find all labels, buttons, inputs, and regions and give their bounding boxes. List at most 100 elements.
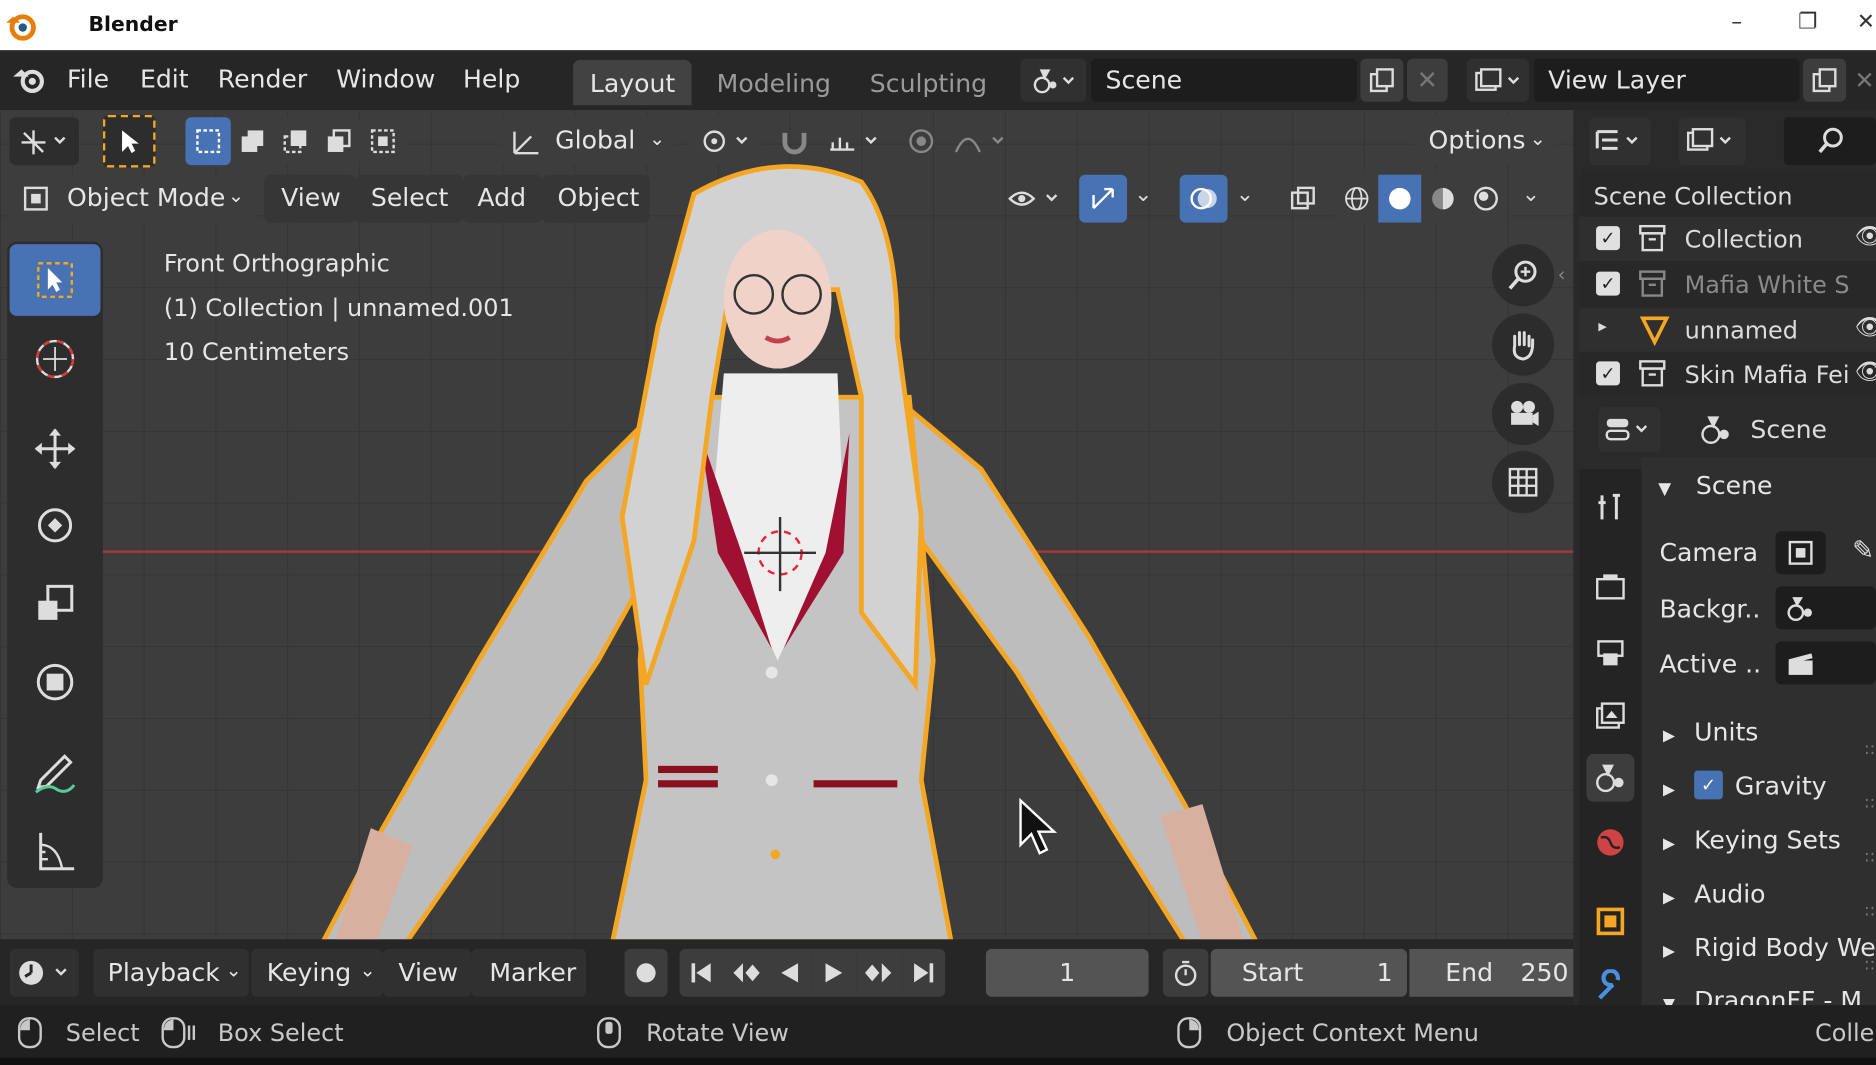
tab-modifiers[interactable] <box>1586 962 1634 1010</box>
object-mode-dropdown[interactable]: Object Mode ⌄ <box>9 174 254 223</box>
character-model[interactable] <box>299 158 1280 940</box>
new-view-layer-button[interactable] <box>1803 58 1847 102</box>
maximize-button[interactable]: ❐ <box>1798 10 1817 35</box>
tab-object[interactable] <box>1586 897 1634 945</box>
timeline-view-menu[interactable]: View <box>382 948 472 997</box>
tool-move[interactable] <box>10 413 101 485</box>
start-frame-field[interactable]: Start 1 <box>1210 948 1408 997</box>
tool-measure[interactable] <box>10 816 101 888</box>
outliner-search-field[interactable] <box>1783 117 1876 166</box>
transform-orientation-dropdown[interactable]: Global ⌄ <box>500 117 675 166</box>
viewport-menu-select[interactable]: Select <box>355 174 464 223</box>
eyedropper-icon[interactable]: ✎ <box>1852 536 1874 566</box>
tab-tool[interactable] <box>1586 483 1634 531</box>
menu-file[interactable]: File <box>67 65 109 94</box>
play-button[interactable] <box>811 948 857 997</box>
audio-section[interactable]: ▶ Audio <box>1663 880 1766 909</box>
tool-scale[interactable] <box>10 567 101 639</box>
scene-panel-header[interactable]: ▼ Scene <box>1658 471 1876 512</box>
ortho-toggle-button[interactable] <box>1491 451 1555 514</box>
rigid-body-world-section[interactable]: ▶ Rigid Body We <box>1663 933 1876 962</box>
end-frame-field[interactable]: End 250 <box>1409 948 1574 997</box>
menu-render[interactable]: Render <box>218 65 307 94</box>
proportional-edit-button[interactable] <box>897 117 945 165</box>
tool-select-box[interactable] <box>9 244 101 316</box>
auto-keying-button[interactable] <box>624 948 668 997</box>
keying-menu[interactable]: Keying ⌄ <box>251 948 383 997</box>
shading-rendered-button[interactable] <box>1464 174 1508 223</box>
jump-start-button[interactable] <box>679 948 723 997</box>
snap-target-dropdown[interactable] <box>821 117 888 165</box>
menu-help[interactable]: Help <box>463 65 520 94</box>
outliner-row[interactable]: ✓ Collection 👁 <box>1579 216 1876 261</box>
tab-output[interactable] <box>1586 629 1634 677</box>
zoom-view-button[interactable] <box>1491 244 1555 307</box>
proportional-falloff-dropdown[interactable] <box>948 117 1015 165</box>
gizmo-toggle-button[interactable] <box>1079 174 1128 223</box>
play-reverse-button[interactable] <box>768 948 812 997</box>
delete-scene-button[interactable]: ✕ <box>1407 58 1448 102</box>
overlays-dropdown-chevron-icon[interactable]: ⌄ <box>1236 182 1254 207</box>
jump-next-keyframe-button[interactable] <box>856 948 903 997</box>
menu-window[interactable]: Window <box>336 65 435 94</box>
dragonff-section[interactable]: ▼ DragonFF - M <box>1663 986 1862 1005</box>
viewport-menu-add[interactable]: Add <box>463 174 542 223</box>
tool-cursor[interactable] <box>10 323 101 395</box>
xray-toggle-button[interactable] <box>1280 175 1325 223</box>
outliner-editor-type-button[interactable] <box>1588 117 1652 166</box>
gravity-section[interactable]: ▶ <box>1663 772 1675 801</box>
tab-scene[interactable] <box>1586 753 1635 802</box>
3d-viewport[interactable]: Global ⌄ Options ⌄ Object Mode ⌄ View Sel… <box>0 110 1574 940</box>
select-new-mode-button[interactable] <box>185 117 231 166</box>
select-intersect-mode-button[interactable] <box>360 117 406 166</box>
view-layer-name-field[interactable]: View Layer <box>1533 58 1800 102</box>
select-tool-active-button[interactable] <box>102 114 156 168</box>
jump-prev-keyframe-button[interactable] <box>722 948 769 997</box>
camera-view-button[interactable] <box>1491 382 1555 446</box>
display-mode-dropdown[interactable] <box>1678 117 1746 166</box>
tool-annotate[interactable] <box>10 737 101 809</box>
viewport-menu-object[interactable]: Object <box>541 174 650 223</box>
collapse-sidebar-icon[interactable]: ‹ <box>1558 263 1566 286</box>
outliner-row[interactable]: ✓ Skin Mafia Fei 👁 <box>1579 351 1876 397</box>
new-scene-button[interactable] <box>1360 58 1404 102</box>
tool-rotate[interactable] <box>10 489 101 561</box>
scene-collection-title[interactable]: Scene Collection <box>1594 182 1793 211</box>
gizmo-dropdown-chevron-icon[interactable]: ⌄ <box>1134 182 1152 207</box>
marker-menu[interactable]: Marker <box>471 948 587 997</box>
timeline-editor-type-button[interactable] <box>9 948 79 997</box>
playback-menu[interactable]: Playback ⌄ <box>93 948 249 997</box>
checkbox-checked[interactable]: ✓ <box>1596 361 1620 386</box>
shading-wireframe-button[interactable] <box>1335 174 1379 223</box>
viewport-menu-view[interactable]: View <box>264 174 356 223</box>
blender-menu-icon[interactable] <box>10 62 48 98</box>
tab-sculpting[interactable]: Sculpting <box>853 60 1004 105</box>
tab-world[interactable] <box>1586 818 1634 866</box>
minimize-button[interactable]: – <box>1731 10 1742 35</box>
camera-field[interactable] <box>1775 531 1826 575</box>
scene-name-field[interactable]: Scene <box>1091 58 1357 102</box>
delete-view-layer-icon[interactable]: ✕ <box>1854 66 1874 95</box>
units-section[interactable]: ▶ Units <box>1663 718 1758 747</box>
select-subtract-mode-button[interactable] <box>273 117 318 166</box>
overlays-toggle-button[interactable] <box>1179 174 1228 223</box>
drag-handle-icon[interactable]: :::::::::: <box>1864 723 1875 992</box>
options-dropdown[interactable]: Options ⌄ <box>1414 117 1556 166</box>
pivot-point-dropdown[interactable] <box>691 117 761 166</box>
shading-solid-button[interactable] <box>1378 174 1422 223</box>
visibility-dropdown[interactable] <box>1000 175 1069 223</box>
gravity-checkbox[interactable]: ✓ <box>1694 770 1723 800</box>
editor-type-button[interactable] <box>9 117 79 166</box>
select-extend-mode-button[interactable] <box>230 117 274 166</box>
eye-icon[interactable]: 👁 <box>1854 357 1876 386</box>
active-clip-field[interactable] <box>1775 641 1876 685</box>
background-scene-field[interactable] <box>1775 586 1876 630</box>
scene-browse-button[interactable] <box>1020 58 1087 102</box>
current-frame-field[interactable]: 1 <box>985 948 1149 997</box>
pan-view-button[interactable] <box>1491 313 1555 376</box>
checkbox-checked[interactable]: ✓ <box>1596 271 1620 296</box>
properties-editor-type-button[interactable] <box>1598 406 1661 453</box>
eye-icon[interactable]: 👁 <box>1854 221 1876 250</box>
tab-modeling[interactable]: Modeling <box>700 60 848 105</box>
tab-view-layer[interactable] <box>1586 692 1634 740</box>
